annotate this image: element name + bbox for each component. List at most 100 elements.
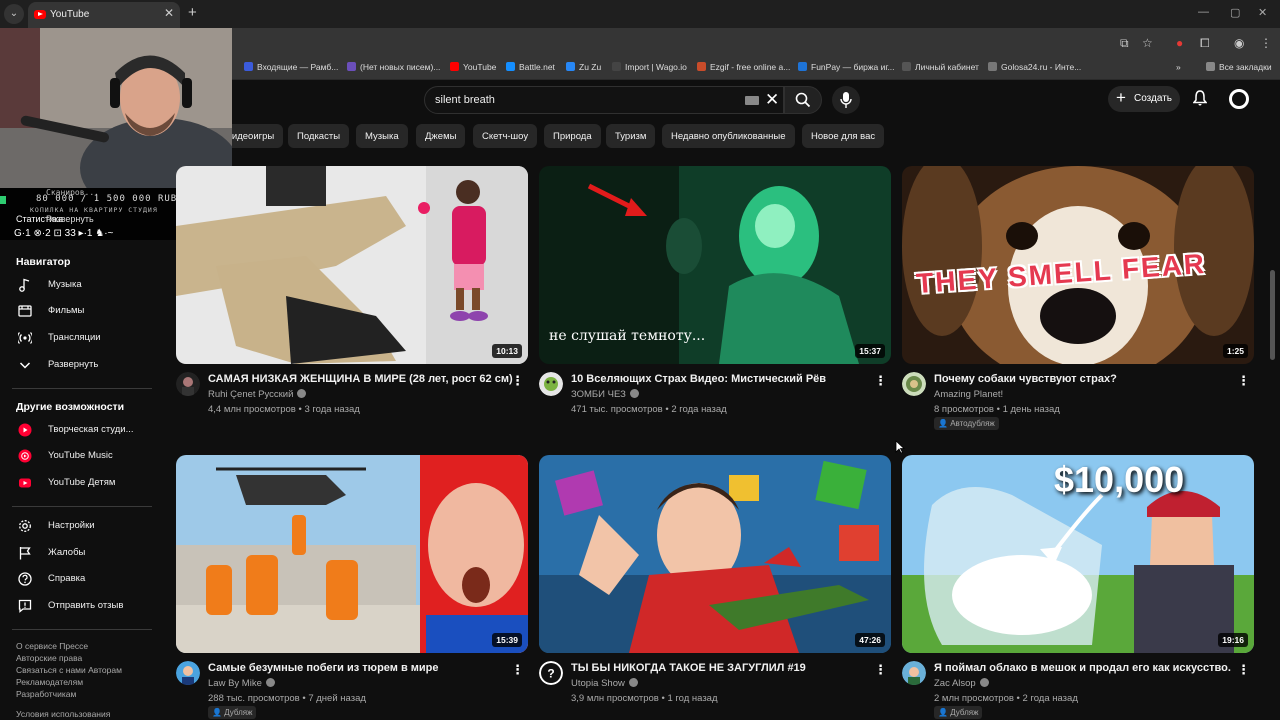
sidebar-item-yt-kids[interactable]: YouTube Детям <box>0 470 160 496</box>
bookmark-favicon-icon <box>506 62 515 71</box>
bookmark-favicon-icon <box>244 62 253 71</box>
keyboard-icon[interactable] <box>745 96 759 105</box>
chip-nature[interactable]: Природа <box>544 124 601 148</box>
channel-name[interactable]: Law By Mike <box>208 678 275 689</box>
bookmark-item[interactable]: Battle.net <box>506 62 555 72</box>
video-thumbnail[interactable]: THEY SMELL FEAR 1:25 <box>902 166 1254 364</box>
more-actions-icon[interactable]: ⋮ <box>1237 373 1250 389</box>
sidebar-item-studio[interactable]: Творческая студи... <box>0 417 160 443</box>
more-actions-icon[interactable]: ⋮ <box>511 373 524 389</box>
footer-line[interactable]: Авторские права <box>16 652 122 664</box>
chip-sketch[interactable]: Скетч-шоу <box>473 124 538 148</box>
clear-search-icon[interactable]: ✕ <box>765 90 779 110</box>
sidebar-item-feedback[interactable]: Отправить отзыв <box>0 593 160 619</box>
bookmark-item[interactable]: Входящие — Рамб... <box>244 62 338 72</box>
video-title[interactable]: ТЫ БЫ НИКОГДА ТАКОЕ НЕ ЗАГУГЛИЛ #19 <box>571 662 881 674</box>
folder-icon <box>1206 62 1215 71</box>
bookmark-star-icon[interactable]: ☆ <box>1142 36 1153 50</box>
new-tab-button[interactable]: + <box>188 4 197 21</box>
page-scrollbar[interactable] <box>1270 270 1275 360</box>
browser-tab[interactable]: YouTube ✕ <box>28 2 180 28</box>
bookmark-favicon-icon <box>450 62 459 71</box>
channel-avatar[interactable] <box>539 372 563 396</box>
channel-avatar[interactable] <box>902 372 926 396</box>
bookmark-item[interactable]: (Нет новых писем)... <box>347 62 440 72</box>
extensions-puzzle-icon[interactable]: ⧠ <box>1200 36 1210 51</box>
search-input[interactable]: silent breath ✕ <box>424 86 784 114</box>
bookmark-item[interactable]: Zu Zu <box>566 62 601 72</box>
channel-avatar[interactable]: ? <box>539 661 563 685</box>
video-thumbnail[interactable]: $10,000 19:16 <box>902 455 1254 653</box>
sidebar-item-settings[interactable]: Настройки <box>0 513 160 539</box>
video-title[interactable]: САМАЯ НИЗКАЯ ЖЕНЩИНА В МИРЕ (28 лет, рос… <box>208 373 518 385</box>
sidebar-item-help[interactable]: Справка <box>0 566 160 592</box>
chip-jams[interactable]: Джемы <box>416 124 466 148</box>
video-thumbnail[interactable]: не слушай темноту... 15:37 <box>539 166 891 364</box>
video-thumbnail[interactable]: 15:39 <box>176 455 528 653</box>
sidebar-item-yt-music[interactable]: YouTube Music <box>0 443 160 469</box>
channel-name[interactable]: Zac Alsop <box>934 678 989 689</box>
more-actions-icon[interactable]: ⋮ <box>874 373 887 389</box>
bookmark-item[interactable]: Golosa24.ru - Инте... <box>988 62 1081 72</box>
channel-avatar[interactable] <box>176 661 200 685</box>
create-button[interactable]: + Создать <box>1108 86 1180 112</box>
channel-name[interactable]: Utopia Show <box>571 678 638 689</box>
extension-icon[interactable]: ● <box>1176 36 1183 50</box>
footer-line[interactable]: Связаться с нами Авторам <box>16 664 122 676</box>
video-thumbnail[interactable]: 10:13 <box>176 166 528 364</box>
bookmarks-overflow-icon[interactable]: » <box>1176 62 1181 72</box>
video-meta: 4,4 млн просмотров • 3 года назад <box>208 404 360 415</box>
channel-avatar[interactable] <box>176 372 200 396</box>
channel-name[interactable]: Amazing Planet! <box>934 389 1003 400</box>
chip-tourism[interactable]: Туризм <box>606 124 656 148</box>
bookmark-item[interactable]: YouTube <box>450 62 496 72</box>
minimize-icon[interactable]: — <box>1198 6 1209 18</box>
chip-new-for-you[interactable]: Новое для вас <box>802 124 885 148</box>
bookmark-item[interactable]: Личный кабинет <box>902 62 979 72</box>
bookmark-item[interactable]: Import | Wago.io <box>612 62 687 72</box>
footer-line[interactable]: Рекламодателям <box>16 676 122 688</box>
all-bookmarks[interactable]: Все закладки <box>1206 62 1272 72</box>
sidebar-item-reports[interactable]: Жалобы <box>0 540 160 566</box>
footer-line[interactable]: О сервисе Прессе <box>16 640 122 652</box>
maximize-icon[interactable]: ▢ <box>1230 6 1240 19</box>
music-icon <box>19 278 30 292</box>
profile-icon[interactable]: ◉ <box>1234 36 1244 50</box>
tab-list-button[interactable]: ⌄ <box>4 4 24 24</box>
video-title[interactable]: 10 Вселяющих Страх Видео: Мистический Рё… <box>571 373 881 385</box>
video-duration: 1:25 <box>1222 344 1248 358</box>
expand-label[interactable]: Развернуть <box>46 214 94 224</box>
footer-line[interactable]: Условия использования <box>16 708 122 720</box>
browser-menu-icon[interactable]: ⋮ <box>1260 36 1272 50</box>
video-title[interactable]: Самые безумные побеги из тюрем в мире <box>208 662 518 674</box>
bookmark-item[interactable]: FunPay — биржа иг... <box>798 62 895 72</box>
bookmark-item[interactable]: Ezgif - free online a... <box>697 62 790 72</box>
video-title[interactable]: Почему собаки чувствуют страх? <box>934 373 1244 385</box>
chip-podcasts[interactable]: Подкасты <box>288 124 350 148</box>
video-meta: 3,9 млн просмотров • 1 год назад <box>571 693 718 704</box>
channel-avatar[interactable] <box>902 661 926 685</box>
footer-line[interactable]: Разработчикам <box>16 688 122 700</box>
close-tab-icon[interactable]: ✕ <box>164 6 174 20</box>
video-title[interactable]: Я поймал облако в мешок и продал его как… <box>934 662 1244 674</box>
channel-name[interactable]: ЗОМБИ ЧЕЗ <box>571 389 639 400</box>
voice-search-button[interactable] <box>832 86 860 114</box>
chip-music[interactable]: Музыка <box>356 124 408 148</box>
video-thumbnail[interactable]: 47:26 <box>539 455 891 653</box>
sidebar-item-live[interactable]: Трансляции <box>0 325 160 351</box>
sidebar-item-expand[interactable]: Развернуть <box>0 352 160 378</box>
more-actions-icon[interactable]: ⋮ <box>1237 662 1250 678</box>
feedback-icon <box>18 599 32 613</box>
more-actions-icon[interactable]: ⋮ <box>511 662 524 678</box>
close-window-icon[interactable]: ✕ <box>1258 6 1267 19</box>
more-actions-icon[interactable]: ⋮ <box>874 662 887 678</box>
tab-title: YouTube <box>50 9 90 20</box>
sidebar-item-music[interactable]: Музыка <box>0 272 160 298</box>
notifications-bell-icon[interactable] <box>1193 90 1207 106</box>
cast-icon[interactable]: ⧉ <box>1120 36 1129 51</box>
sidebar-item-films[interactable]: Фильмы <box>0 298 160 324</box>
search-button[interactable] <box>784 86 822 114</box>
chip-recent[interactable]: Недавно опубликованные <box>662 124 795 148</box>
channel-name[interactable]: Ruhi Çenet Русский <box>208 389 307 400</box>
account-avatar[interactable] <box>1229 89 1249 109</box>
